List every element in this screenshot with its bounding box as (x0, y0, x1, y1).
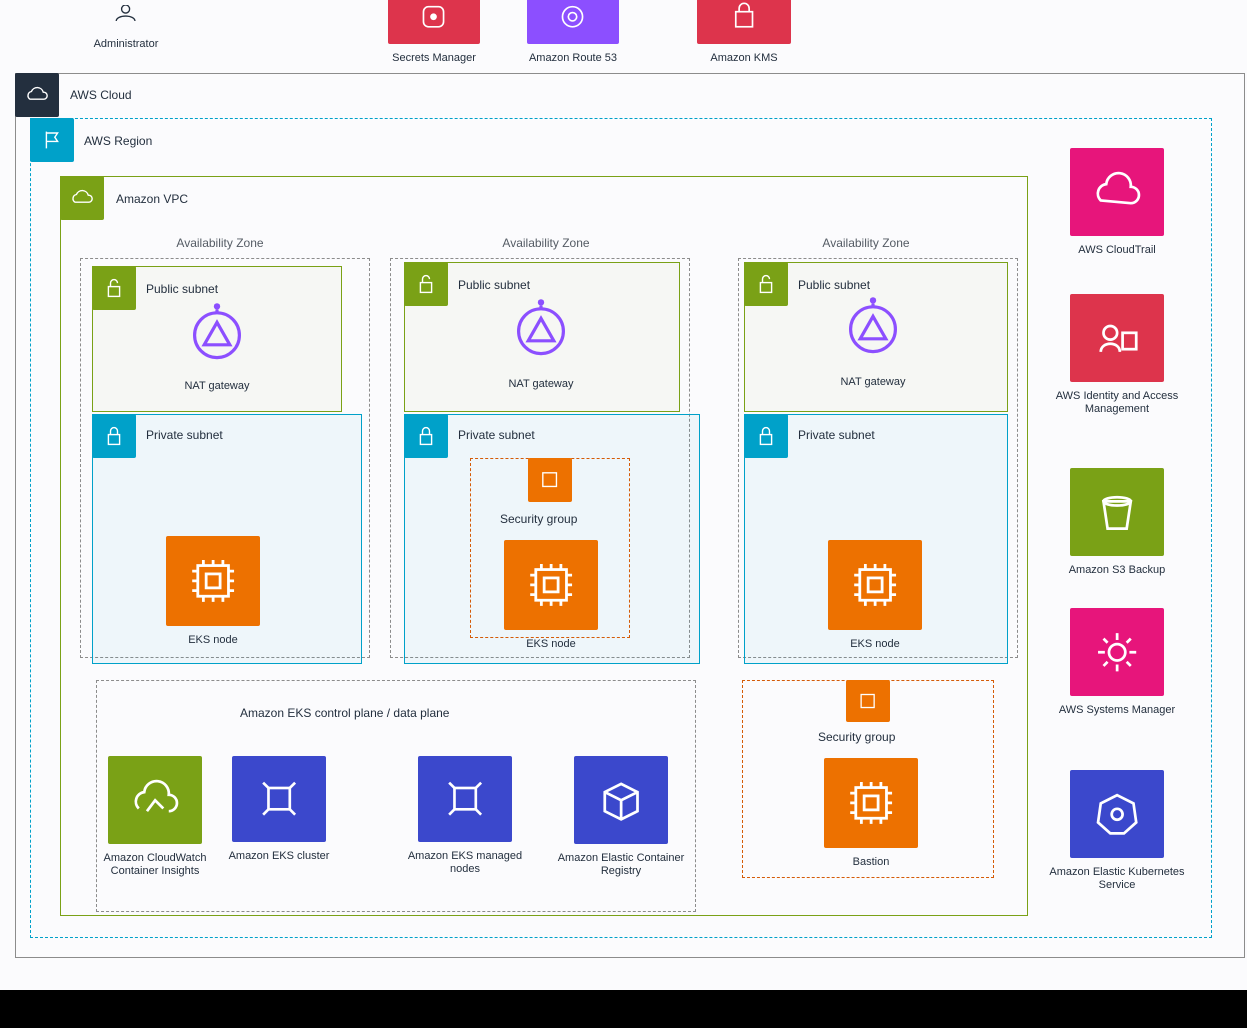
kms-lock-icon (697, 0, 791, 44)
route53-label: Amazon Route 53 (528, 52, 618, 64)
bastion-label: Bastion (852, 856, 890, 868)
security-group-2-label: Security group (500, 512, 578, 526)
eks-cluster-label: Amazon EKS cluster (228, 850, 330, 862)
private-subnet-2-label: Private subnet (458, 428, 535, 442)
cloudwatch-label: Amazon CloudWatch Container Insights (103, 852, 207, 877)
vpc-label: Amazon VPC (116, 192, 189, 206)
ec2-instance-3-label: EKS node (850, 638, 900, 650)
eks-managed-nodes-icon (418, 756, 512, 842)
public-subnet-3-lock-icon (744, 262, 788, 306)
ec2-instance-1-icon (166, 536, 260, 626)
aws-cloud-icon (15, 73, 59, 117)
admin-label: Administrator (93, 38, 159, 50)
s3-backup-label: Amazon S3 Backup (1068, 564, 1166, 576)
az-1-label: Availability Zone (176, 236, 264, 250)
nat-gateway-2-icon (506, 296, 576, 366)
nat-gateway-2-label: NAT gateway (508, 378, 574, 390)
public-subnet-3-label: Public subnet (798, 278, 871, 292)
ec2-instance-1-label: EKS node (188, 634, 238, 646)
eks-managed-nodes-label: Amazon EKS managed nodes (407, 850, 523, 875)
public-subnet-2-lock-icon (404, 262, 448, 306)
bottom-black-bar (0, 990, 1247, 1028)
ec2-instance-2-label: EKS node (526, 638, 576, 650)
security-group-3-label: Security group (818, 730, 896, 744)
nat-gateway-3-label: NAT gateway (840, 376, 906, 388)
az-3-label: Availability Zone (822, 236, 910, 250)
bastion-ec2-icon (824, 758, 918, 848)
secrets-manager-label: Secrets Manager (392, 52, 476, 64)
ecr-icon (574, 756, 668, 844)
security-group-3-icon (846, 680, 890, 722)
private-subnet-1-label: Private subnet (146, 428, 223, 442)
admin-user-icon (96, 0, 156, 26)
cloudtrail-icon (1070, 148, 1164, 236)
cloudtrail-label: AWS CloudTrail (1078, 244, 1156, 256)
private-subnet-3-lock-icon (744, 414, 788, 458)
cloudwatch-icon (108, 756, 202, 844)
aws-cloud-label: AWS Cloud (70, 88, 132, 102)
ec2-instance-2-icon (504, 540, 598, 630)
s3-backup-icon (1070, 468, 1164, 556)
private-subnet-3-label: Private subnet (798, 428, 875, 442)
security-group-2-icon (528, 458, 572, 502)
private-subnet-1-lock-icon (92, 414, 136, 458)
nat-gateway-3-icon (838, 294, 908, 364)
iam-label: AWS Identity and Access Management (1055, 390, 1179, 415)
kubernetes-service-label: Amazon Elastic Kubernetes Service (1049, 866, 1185, 891)
public-subnet-1-label: Public subnet (146, 282, 219, 296)
route53-shield-icon (527, 0, 619, 44)
iam-icon (1070, 294, 1164, 382)
eks-data-plane-label: Amazon EKS control plane / data plane (240, 706, 450, 720)
nat-gateway-1-label: NAT gateway (184, 380, 250, 392)
region-label: AWS Region (84, 134, 153, 148)
systems-manager-label: AWS Systems Manager (1058, 704, 1176, 716)
vpc-icon (60, 176, 104, 220)
private-subnet-2-lock-icon (404, 414, 448, 458)
systems-manager-icon (1070, 608, 1164, 696)
region-flag-icon (30, 118, 74, 162)
secrets-manager-icon (388, 0, 480, 44)
az-2-label: Availability Zone (502, 236, 590, 250)
nat-gateway-1-icon (182, 300, 252, 370)
ecr-label: Amazon Elastic Container Registry (557, 852, 685, 877)
kubernetes-service-icon (1070, 770, 1164, 858)
public-subnet-1-lock-icon (92, 266, 136, 310)
eks-cluster-icon (232, 756, 326, 842)
ec2-instance-3-icon (828, 540, 922, 630)
architecture-diagram: Administrator Secrets Manager Amazon Rou… (0, 0, 1247, 990)
public-subnet-2-label: Public subnet (458, 278, 531, 292)
kms-label: Amazon KMS (710, 52, 778, 64)
